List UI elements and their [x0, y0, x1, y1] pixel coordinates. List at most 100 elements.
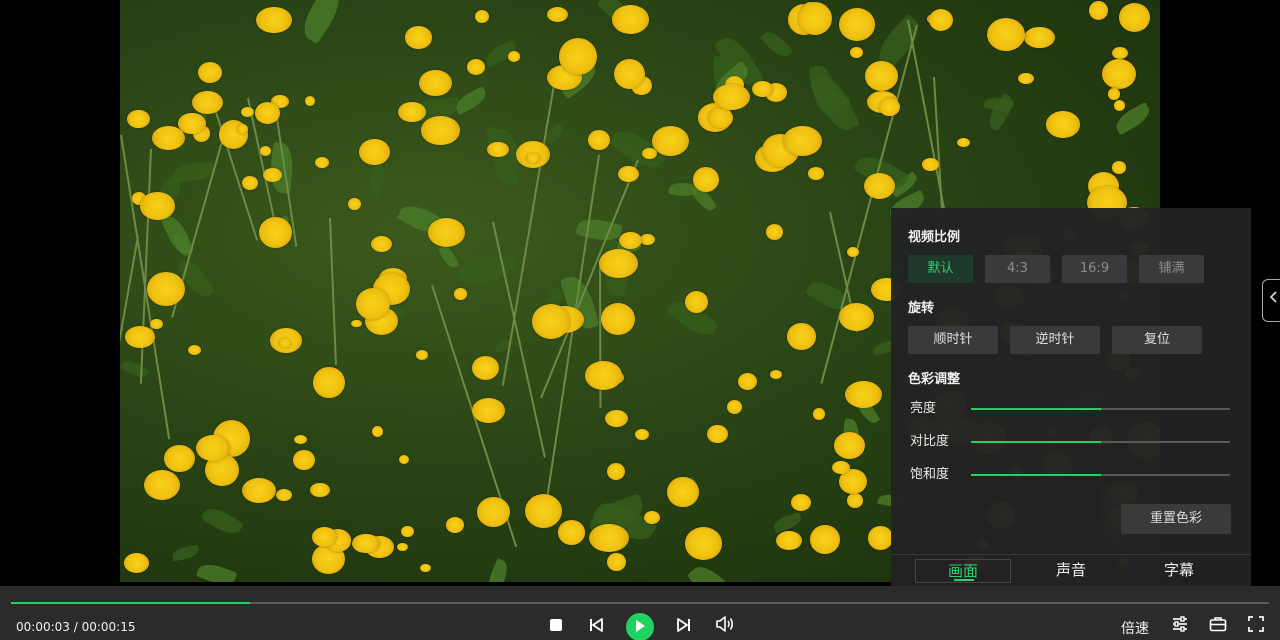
flower-shape: [1114, 100, 1126, 111]
flower-shape: [123, 552, 150, 573]
rotate-section-title: 旋转: [908, 301, 935, 316]
volume-button[interactable]: [713, 614, 737, 638]
ratio-16-9-button[interactable]: 16:9: [1062, 255, 1127, 283]
flower-shape: [355, 287, 390, 320]
brightness-track[interactable]: [971, 408, 1230, 410]
flower-shape: [956, 137, 970, 147]
flower-shape: [278, 337, 291, 349]
ratio-fill-button[interactable]: 铺满: [1139, 255, 1204, 283]
flower-shape: [1111, 161, 1127, 174]
flower-shape: [833, 432, 865, 460]
ratio-4-3-button[interactable]: 4:3: [985, 255, 1050, 283]
toolbox-button[interactable]: [1206, 614, 1230, 638]
stem-shape: [120, 235, 140, 464]
flower-shape: [643, 511, 660, 524]
stop-button[interactable]: [544, 614, 568, 638]
flower-shape: [807, 167, 825, 180]
flower-shape: [1088, 1, 1109, 20]
flower-shape: [507, 51, 521, 62]
flower-shape: [813, 408, 826, 420]
rotate-clockwise-button[interactable]: 顺时针: [908, 326, 998, 354]
flower-shape: [751, 80, 774, 97]
fullscreen-button[interactable]: [1244, 614, 1268, 638]
flower-shape: [844, 380, 883, 409]
settings-button[interactable]: [1168, 614, 1192, 638]
flower-shape: [305, 96, 316, 106]
flower-shape: [1101, 59, 1136, 89]
flower-shape: [640, 233, 656, 246]
chevron-left-icon: [1269, 291, 1279, 308]
leaf-shape: [759, 27, 793, 61]
flower-shape: [276, 489, 293, 502]
saturation-slider[interactable]: 饱和度: [910, 465, 1230, 485]
reset-color-button[interactable]: 重置色彩: [1121, 504, 1231, 534]
next-button[interactable]: [672, 614, 696, 638]
flower-shape: [810, 525, 840, 554]
flower-shape: [635, 428, 650, 440]
leaf-shape: [199, 502, 244, 539]
tab-audio-label: 声音: [1055, 561, 1086, 579]
leaf-shape: [483, 557, 512, 582]
flower-shape: [242, 175, 259, 190]
leaf-shape: [120, 357, 149, 382]
tab-subtitle-label: 字幕: [1163, 561, 1194, 579]
active-tab-indicator: [954, 579, 974, 581]
flower-shape: [847, 246, 860, 258]
flower-shape: [605, 409, 629, 428]
flower-shape: [125, 326, 155, 348]
contrast-slider[interactable]: 对比度: [910, 432, 1230, 452]
rotate-reset-button[interactable]: 复位: [1112, 326, 1202, 354]
panel-toggle-button[interactable]: [1262, 279, 1280, 322]
time-display: 00:00:03 / 00:00:15: [16, 620, 136, 634]
flower-shape: [241, 477, 276, 503]
tab-audio[interactable]: 声音: [1023, 559, 1119, 583]
stem-shape: [329, 218, 338, 366]
flower-shape: [351, 533, 380, 554]
contrast-fill: [971, 441, 1101, 443]
ratio-default-button[interactable]: 默认: [908, 255, 973, 283]
flower-shape: [487, 141, 509, 158]
saturation-fill: [971, 474, 1101, 476]
flower-shape: [256, 7, 292, 33]
flower-shape: [611, 5, 649, 34]
flower-shape: [472, 397, 505, 423]
flower-shape: [558, 37, 598, 76]
video-player: 视频比例 默认 4:3 16:9 铺满 旋转 顺时针 逆时针 复位 色彩调整 亮…: [0, 0, 1280, 640]
tab-subtitle[interactable]: 字幕: [1131, 559, 1227, 583]
previous-button[interactable]: [584, 614, 608, 638]
flower-shape: [260, 145, 272, 156]
flower-shape: [147, 272, 185, 307]
contrast-label: 对比度: [910, 434, 950, 449]
flower-shape: [454, 288, 468, 300]
leaf-shape: [171, 544, 201, 562]
leaf-shape: [686, 559, 744, 582]
flower-shape: [776, 530, 802, 550]
progress-bar[interactable]: [11, 602, 1269, 604]
play-button[interactable]: [626, 613, 654, 640]
flower-shape: [588, 524, 629, 553]
speed-button[interactable]: 倍速: [1121, 618, 1149, 638]
flower-shape: [152, 126, 186, 151]
flower-shape: [127, 109, 151, 129]
flower-shape: [738, 373, 758, 390]
flower-shape: [921, 157, 940, 171]
flower-shape: [684, 527, 723, 561]
flower-shape: [849, 47, 864, 58]
saturation-track[interactable]: [971, 474, 1230, 476]
flower-shape: [143, 469, 180, 500]
contrast-track[interactable]: [971, 441, 1230, 443]
stop-icon: [549, 617, 563, 636]
flower-shape: [1045, 111, 1080, 138]
flower-shape: [787, 323, 816, 350]
flower-shape: [466, 59, 486, 75]
brightness-slider[interactable]: 亮度: [910, 399, 1230, 419]
flower-shape: [651, 126, 690, 157]
leaf-shape: [438, 244, 460, 270]
flower-shape: [149, 318, 163, 330]
tab-picture[interactable]: 画面: [915, 559, 1011, 583]
sliders-icon: [1172, 616, 1188, 636]
flower-shape: [197, 61, 222, 83]
flower-shape: [263, 167, 282, 182]
rotate-counterclockwise-button[interactable]: 逆时针: [1010, 326, 1100, 354]
flower-shape: [420, 564, 431, 573]
